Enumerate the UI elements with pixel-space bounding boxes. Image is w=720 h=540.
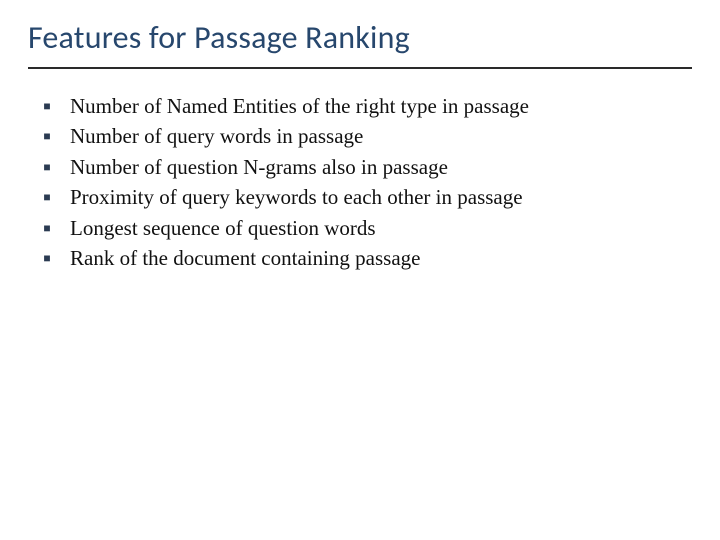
bullet-text: Number of Named Entities of the right ty… bbox=[70, 91, 529, 121]
bullet-list: ■ Number of Named Entities of the right … bbox=[42, 91, 692, 274]
list-item: ■ Proximity of query keywords to each ot… bbox=[42, 182, 692, 212]
list-item: ■ Number of Named Entities of the right … bbox=[42, 91, 692, 121]
slide: Features for Passage Ranking ■ Number of… bbox=[0, 0, 720, 540]
bullet-text: Longest sequence of question words bbox=[70, 213, 376, 243]
bullet-icon: ■ bbox=[42, 91, 52, 112]
list-item: ■ Number of query words in passage bbox=[42, 121, 692, 151]
list-item: ■ Longest sequence of question words bbox=[42, 213, 692, 243]
bullet-icon: ■ bbox=[42, 243, 52, 264]
page-title: Features for Passage Ranking bbox=[28, 18, 692, 65]
bullet-text: Rank of the document containing passage bbox=[70, 243, 421, 273]
slide-body: ■ Number of Named Entities of the right … bbox=[28, 69, 692, 274]
bullet-icon: ■ bbox=[42, 213, 52, 234]
bullet-icon: ■ bbox=[42, 152, 52, 173]
bullet-icon: ■ bbox=[42, 182, 52, 203]
list-item: ■ Number of question N-grams also in pas… bbox=[42, 152, 692, 182]
bullet-icon: ■ bbox=[42, 121, 52, 142]
bullet-text: Number of question N-grams also in passa… bbox=[70, 152, 448, 182]
bullet-text: Proximity of query keywords to each othe… bbox=[70, 182, 523, 212]
list-item: ■ Rank of the document containing passag… bbox=[42, 243, 692, 273]
bullet-text: Number of query words in passage bbox=[70, 121, 363, 151]
